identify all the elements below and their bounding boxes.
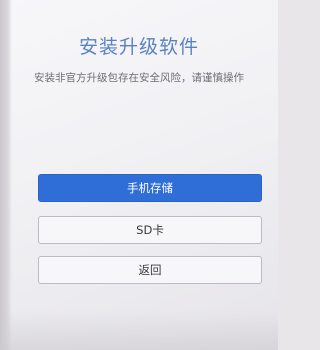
sd-card-button[interactable]: SD卡 — [38, 216, 262, 244]
back-button[interactable]: 返回 — [38, 256, 262, 284]
warning-text: 安装非官方升级包存在安全风险，请谨慎操作 — [34, 72, 244, 84]
upgrade-screen: 安装升级软件 安装非官方升级包存在安全风险，请谨慎操作 手机存储 SD卡 返回 — [0, 0, 278, 350]
bottom-shadow — [0, 310, 278, 350]
page-title: 安装升级软件 — [78, 36, 199, 58]
phone-storage-button[interactable]: 手机存储 — [38, 174, 262, 202]
